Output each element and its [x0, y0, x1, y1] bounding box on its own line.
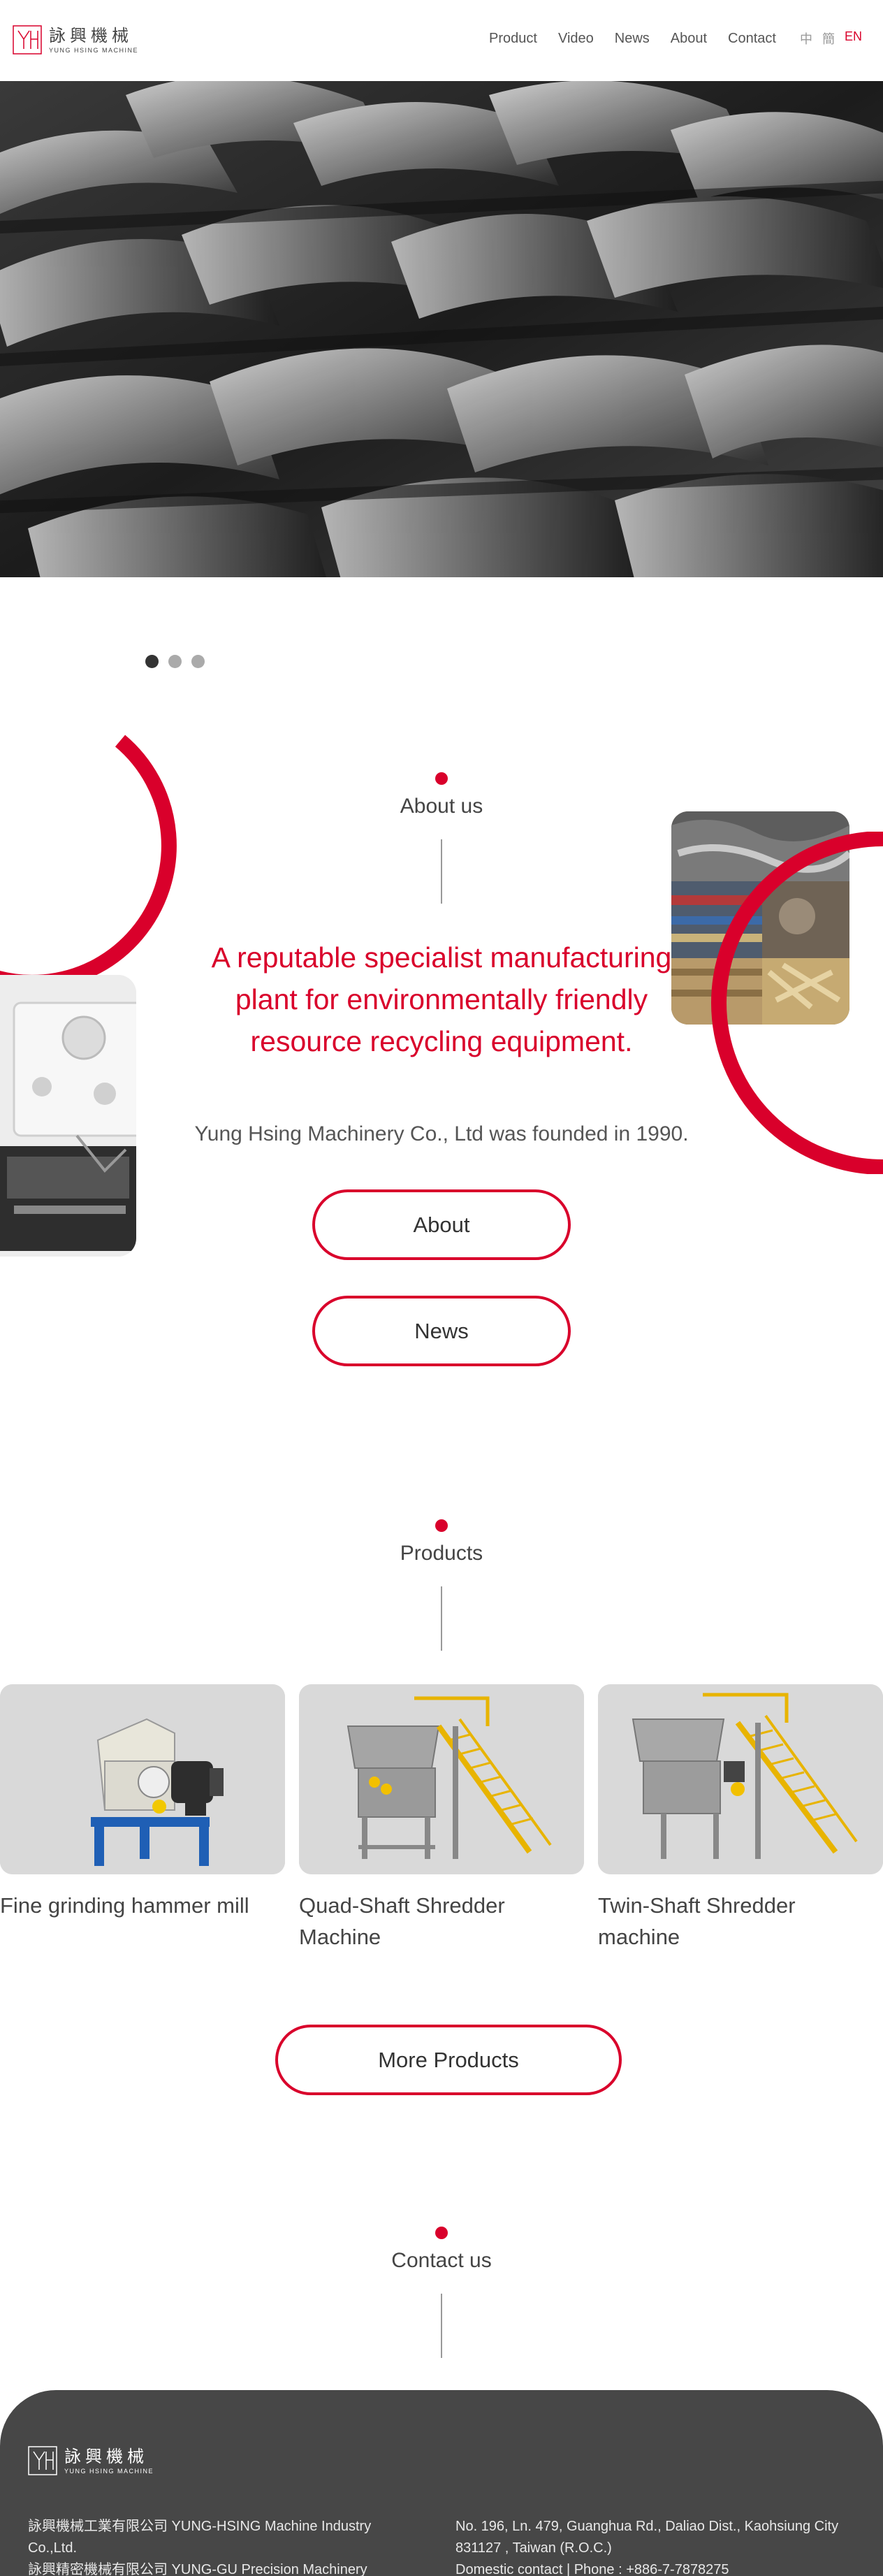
footer-company-info: 詠興機械工業有限公司 YUNG-HSING Machine Industry C… [28, 2516, 405, 2576]
footer-brand-name-cn: 詠興機械 [64, 2446, 148, 2466]
twin-shaft-shredder-image [598, 1684, 883, 1874]
footer-logo[interactable]: 詠興機械 YUNG HSING MACHINE [28, 2446, 154, 2475]
about-section-label: About us [400, 795, 483, 818]
quad-shaft-shredder-image [299, 1684, 584, 1874]
section-divider-line [441, 2294, 442, 2358]
slider-dot-3[interactable] [191, 655, 205, 668]
contact-section-label: Contact us [391, 2249, 492, 2272]
product-name: Twin-Shaft Shredder machine [598, 1893, 796, 1949]
footer-company-1: 詠興機械工業有限公司 YUNG-HSING Machine Industry C… [28, 2519, 372, 2556]
nav-item-news[interactable]: News [615, 31, 650, 47]
brand-name-cn: 詠興機械 [49, 25, 133, 45]
about-subtext: Yung Hsing Machinery Co., Ltd was founde… [194, 1122, 689, 1145]
brand-mark-icon [13, 25, 42, 55]
footer-phone[interactable]: Domestic contact | Phone : +886-7-787827… [455, 2559, 847, 2576]
footer-address: No. 196, Ln. 479, Guanghua Rd., Daliao D… [455, 2519, 839, 2556]
section-dot-icon [435, 1519, 448, 1532]
about-button[interactable]: About [312, 1189, 571, 1260]
products-section-label: Products [400, 1542, 483, 1565]
more-products-button[interactable]: More Products [275, 2025, 622, 2095]
nav-item-about[interactable]: About [671, 31, 707, 47]
shredder-blades-photo [0, 81, 883, 577]
site-footer: 詠興機械 YUNG HSING MACHINE 詠興機械工業有限公司 YUNG-… [0, 2390, 883, 2576]
product-name: Fine grinding hammer mill [0, 1893, 249, 1918]
brand-name-en: YUNG HSING MACHINE [49, 46, 139, 54]
brand-mark-icon [28, 2446, 57, 2475]
section-divider-line [441, 1586, 442, 1651]
hero-banner [0, 81, 883, 577]
hammer-mill-image [0, 1684, 285, 1874]
lang-simplified-chinese[interactable]: 簡 [822, 29, 835, 48]
section-dot-icon [435, 2227, 448, 2239]
language-switcher: 中 簡 EN [800, 29, 862, 48]
product-name: Quad-Shaft Shredder Machine [299, 1893, 505, 1949]
footer-company-2: 詠興精密機械有限公司 YUNG-GU Precision Machinery C… [28, 2562, 367, 2576]
about-headline: A reputable specialist manufacturing pla… [211, 941, 672, 1057]
product-card[interactable]: Quad-Shaft Shredder Machine [299, 1684, 584, 1953]
lang-english[interactable]: EN [845, 29, 862, 48]
product-card[interactable]: Twin-Shaft Shredder machine [598, 1684, 883, 1953]
footer-brand-name-en: YUNG HSING MACHINE [64, 2467, 154, 2475]
news-button[interactable]: News [312, 1296, 571, 1366]
site-header: 詠興機械 YUNG HSING MACHINE Product Video Ne… [0, 0, 883, 81]
footer-contact-info: No. 196, Ln. 479, Guanghua Rd., Daliao D… [455, 2516, 847, 2576]
lang-traditional-chinese[interactable]: 中 [800, 29, 812, 48]
products-section-heading: Products [0, 1519, 883, 1651]
nav-item-video[interactable]: Video [558, 31, 594, 47]
nav-item-product[interactable]: Product [489, 31, 537, 47]
brand-logo[interactable]: 詠興機械 YUNG HSING MACHINE [13, 25, 138, 55]
contact-section-heading: Contact us [0, 2227, 883, 2358]
section-dot-icon [435, 772, 448, 785]
nav-item-contact[interactable]: Contact [728, 31, 776, 47]
slider-dot-2[interactable] [168, 655, 182, 668]
product-card[interactable]: Fine grinding hammer mill [0, 1684, 285, 1921]
about-section-heading: About us [0, 772, 883, 904]
main-nav: Product Video News About Contact 中 簡 EN [489, 29, 862, 48]
slider-pagination [145, 655, 205, 668]
machine-photo [0, 975, 136, 1257]
section-divider-line [441, 839, 442, 904]
slider-dot-1[interactable] [145, 655, 159, 668]
